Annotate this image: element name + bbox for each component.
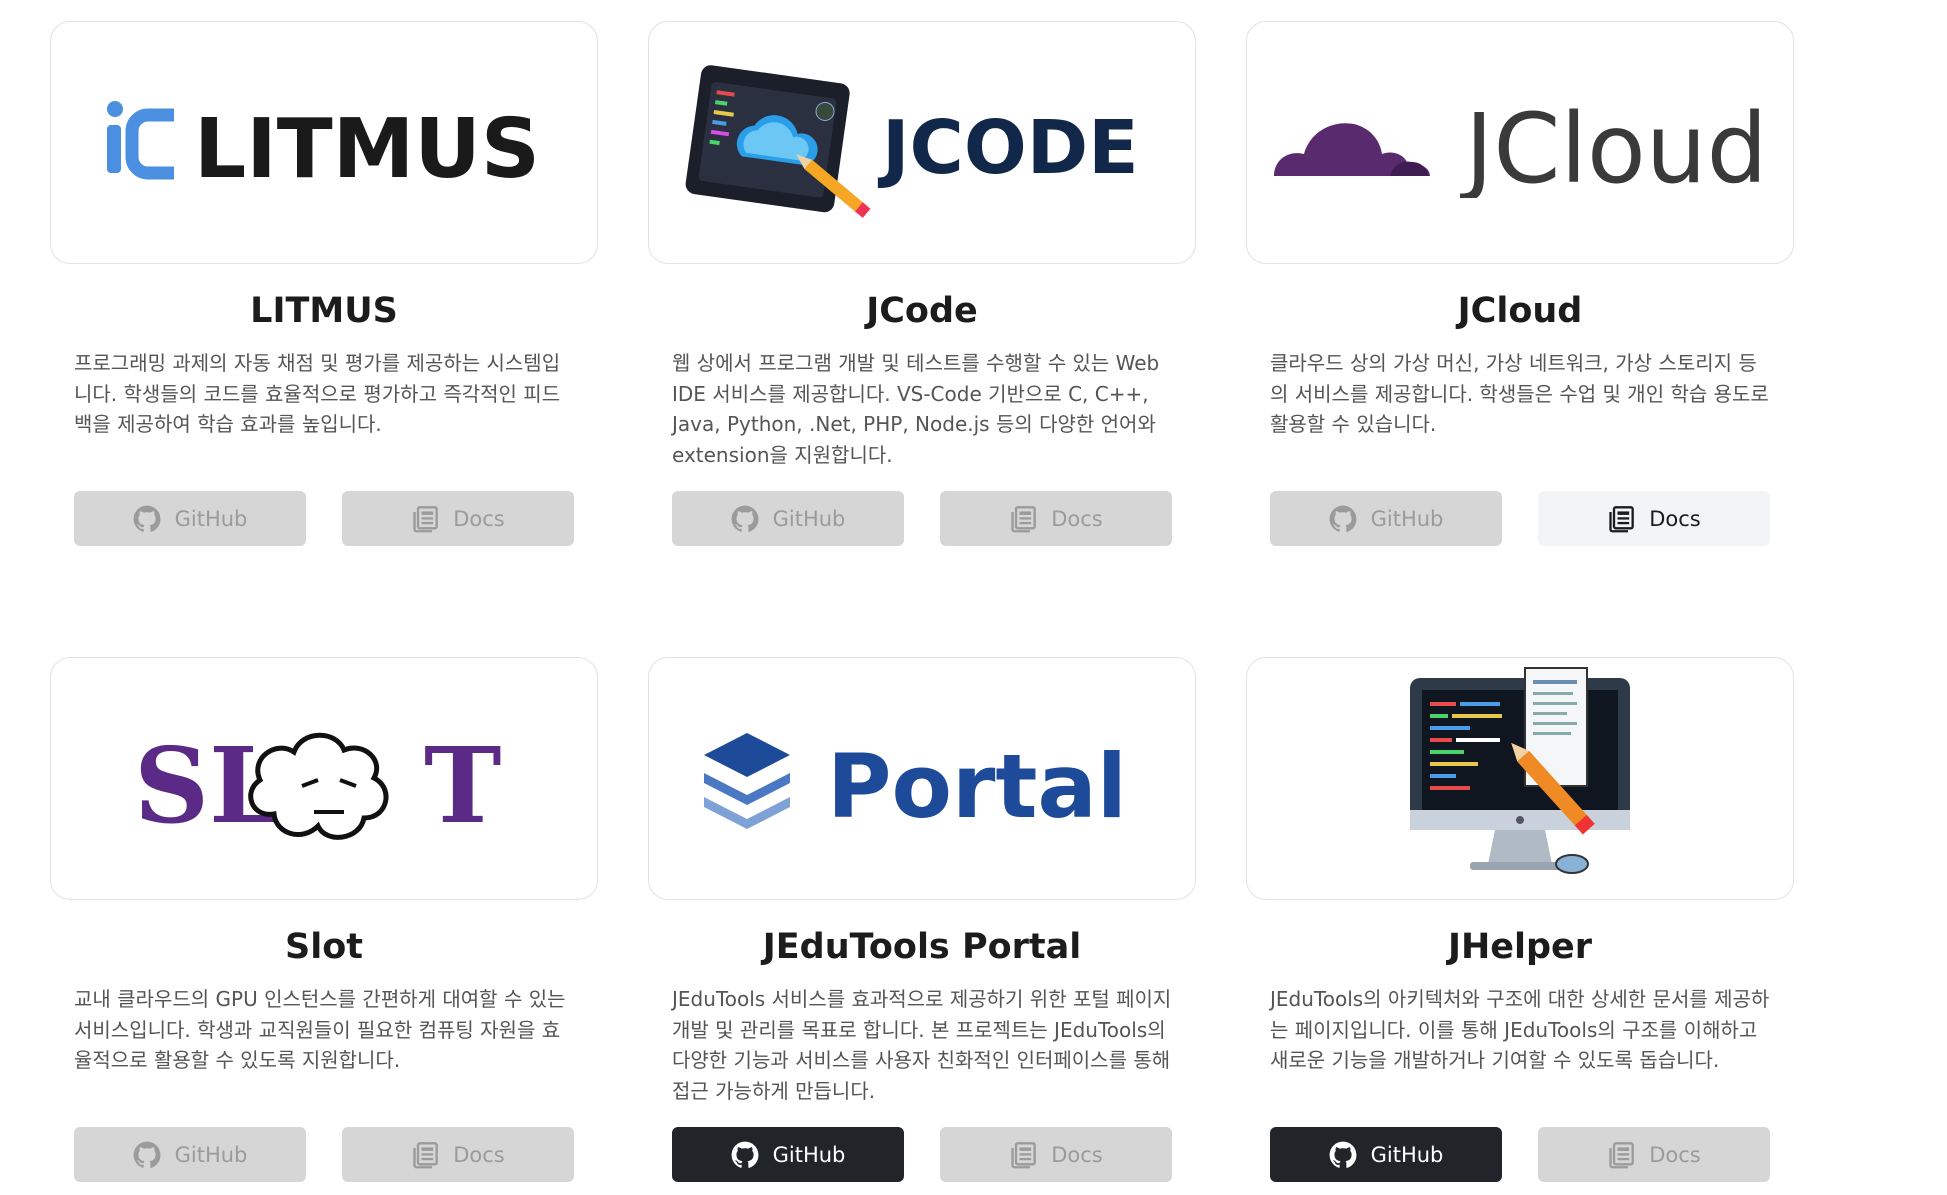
layers-icon (704, 732, 790, 829)
github-icon (1329, 1141, 1357, 1169)
card-jhelper: JHelper JEduTools의 아키텍처와 구조에 대한 상세한 문서를 … (1246, 657, 1794, 1182)
docs-button-label: Docs (453, 1142, 505, 1167)
github-button-label: GitHub (174, 506, 248, 531)
portal-logo: Portal (648, 657, 1196, 900)
docs-button[interactable]: Docs (342, 1127, 574, 1182)
docs-button-label: Docs (1649, 506, 1701, 531)
slot-logo: SL T (50, 657, 598, 900)
computer-docs-icon (1410, 667, 1630, 874)
github-icon (133, 505, 161, 533)
github-button[interactable]: GitHub (74, 491, 306, 546)
github-button-label: GitHub (174, 1142, 248, 1167)
card-title: JCode (866, 291, 978, 331)
docs-icon (1607, 505, 1635, 533)
card-title: Slot (285, 927, 363, 967)
docs-button[interactable]: Docs (342, 491, 574, 546)
docs-button-label: Docs (453, 506, 505, 531)
jcode-logo: JCODE (648, 21, 1196, 264)
card-description: 프로그래밍 과제의 자동 채점 및 평가를 제공하는 시스템입니다. 학생들의 … (74, 351, 561, 436)
docs-button[interactable]: Docs (1538, 491, 1770, 546)
github-icon (1329, 505, 1357, 533)
docs-button[interactable]: Docs (940, 1127, 1172, 1182)
litmus-logo-text: LITMUS (194, 102, 540, 193)
docs-button-label: Docs (1051, 506, 1103, 531)
jcloud-logo: JCloud (1246, 21, 1794, 264)
code-screen-icon (685, 64, 850, 212)
card-portal: Portal JEduTools Portal JEduTools 서비스를 효… (648, 657, 1196, 1182)
github-button-label: GitHub (1370, 506, 1444, 531)
github-icon (731, 1141, 759, 1169)
card-jcode: JCODE JCode 웹 상에서 프로그램 개발 및 테스트를 수행할 수 있… (648, 21, 1196, 546)
card-slot: SL T Slot 교내 클라우드의 GPU 인스턴스를 간편하게 대여할 수 … (50, 657, 598, 1182)
github-icon (133, 1141, 161, 1169)
card-title: JHelper (1447, 927, 1593, 967)
docs-icon (411, 505, 439, 533)
github-button[interactable]: GitHub (74, 1127, 306, 1182)
github-button[interactable]: GitHub (672, 1127, 904, 1182)
github-button[interactable]: GitHub (1270, 1127, 1502, 1182)
github-button[interactable]: GitHub (672, 491, 904, 546)
docs-icon (1607, 1141, 1635, 1169)
jcode-logo-text: JCODE (877, 105, 1139, 191)
card-description: 교내 클라우드의 GPU 인스턴스를 간편하게 대여할 수 있는 서비스입니다.… (74, 987, 566, 1072)
docs-button[interactable]: Docs (940, 491, 1172, 546)
github-button-label: GitHub (772, 506, 846, 531)
card-description: JEduTools의 아키텍처와 구조에 대한 상세한 문서를 제공하는 페이지… (1270, 987, 1770, 1072)
card-jcloud: JCloud JCloud 클라우드 상의 가상 머신, 가상 네트워크, 가상… (1246, 21, 1794, 546)
docs-button-label: Docs (1649, 1142, 1701, 1167)
card-litmus: LITMUS LITMUS 프로그래밍 과제의 자동 채점 및 평가를 제공하는… (50, 21, 598, 546)
github-icon (731, 505, 759, 533)
card-description: 클라우드 상의 가상 머신, 가상 네트워크, 가상 스토리지 등의 서비스를 … (1270, 351, 1769, 436)
cloud-icon (1274, 122, 1430, 176)
card-title: JCloud (1457, 291, 1583, 331)
slot-logo-text-end: T (424, 724, 501, 847)
jhelper-logo (1246, 657, 1794, 900)
docs-icon (1009, 505, 1037, 533)
docs-button[interactable]: Docs (1538, 1127, 1770, 1182)
docs-button-label: Docs (1051, 1142, 1103, 1167)
github-button[interactable]: GitHub (1270, 491, 1502, 546)
card-title: LITMUS (250, 291, 398, 331)
github-button-label: GitHub (1370, 1142, 1444, 1167)
github-button-label: GitHub (772, 1142, 846, 1167)
card-title: JEduTools Portal (762, 927, 1082, 967)
portal-logo-text: Portal (827, 735, 1127, 838)
docs-icon (1009, 1141, 1037, 1169)
docs-icon (411, 1141, 439, 1169)
card-description: 웹 상에서 프로그램 개발 및 테스트를 수행할 수 있는 Web IDE 서비… (672, 351, 1160, 467)
jcloud-logo-text: JCloud (1460, 93, 1768, 198)
card-description: JEduTools 서비스를 효과적으로 제공하기 위한 포털 페이지 개발 및… (672, 987, 1172, 1103)
litmus-logo: LITMUS (50, 21, 598, 264)
